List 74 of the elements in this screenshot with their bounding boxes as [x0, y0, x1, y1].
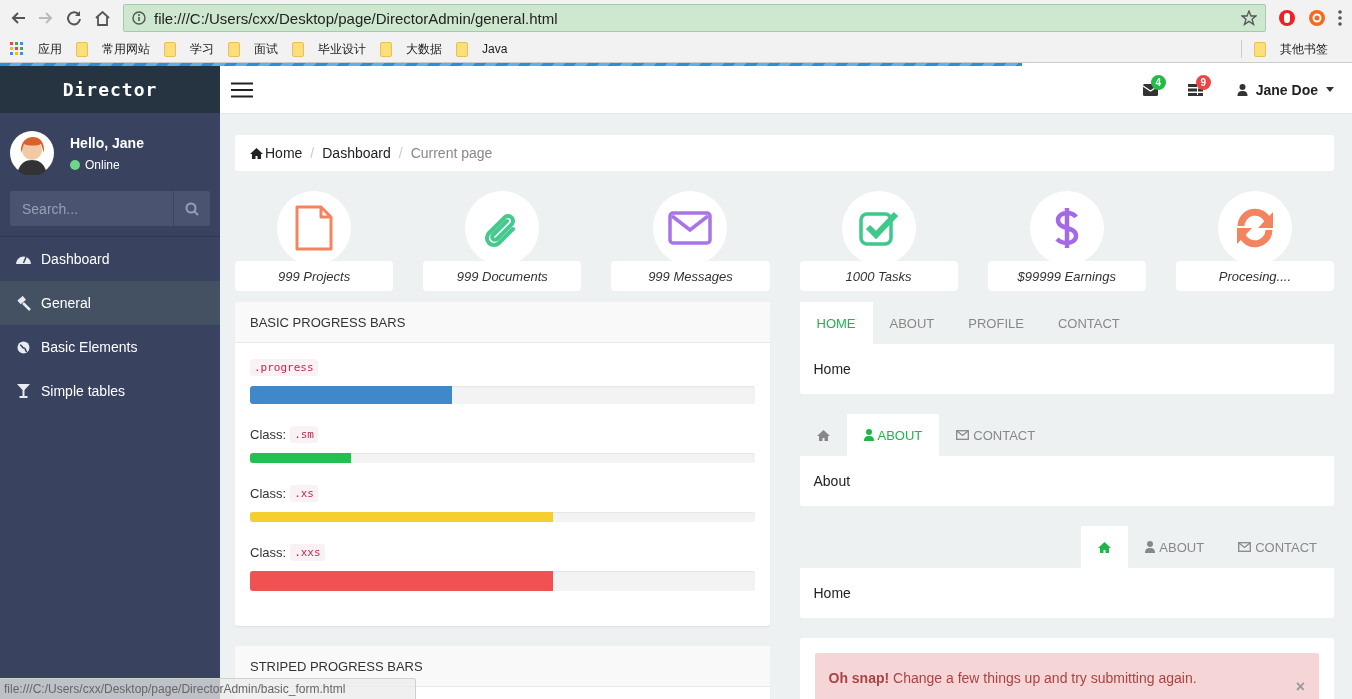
menu-icon[interactable] — [231, 81, 253, 98]
stat-card: Procesing.... — [1175, 261, 1334, 291]
user-icon — [1236, 83, 1248, 96]
user-icon — [863, 429, 874, 441]
hammer-icon — [16, 295, 31, 311]
stat-card: 1000 Tasks — [799, 261, 958, 291]
stat-card: $99999 Earnings — [987, 261, 1146, 291]
status-text: Online — [85, 157, 120, 172]
breadcrumb-separator: / — [398, 145, 403, 161]
class-label: Class: — [250, 545, 287, 560]
envelope-icon — [1238, 542, 1252, 552]
count-badge: 9 — [1195, 74, 1211, 90]
panel-title: BASIC PROGRESS BARS — [235, 302, 770, 343]
status-dot — [70, 159, 80, 170]
breadcrumb-separator: / — [310, 145, 315, 161]
nav-item[interactable]: Dashboard — [0, 237, 220, 281]
bookmark[interactable]: 常用网站 — [76, 40, 150, 58]
breadcrumb-link[interactable]: Home — [250, 145, 303, 161]
code-tag: .xxs — [290, 544, 325, 561]
user-icon — [1145, 541, 1156, 553]
back-icon[interactable] — [10, 10, 26, 26]
class-label: Class: — [250, 486, 287, 501]
cocktail-glass-icon — [16, 384, 31, 398]
breadcrumb-link[interactable]: Dashboard — [322, 145, 391, 161]
tab-content: About — [799, 456, 1334, 506]
user-menu[interactable]: Jane Doe — [1236, 81, 1334, 98]
nav-item[interactable]: Simple tables — [0, 369, 220, 413]
lifebuoy-icon[interactable] — [1308, 9, 1326, 27]
folder-icon — [228, 41, 240, 57]
folder-icon — [292, 41, 304, 57]
globe-icon — [16, 340, 31, 354]
menu-icon[interactable] — [1338, 10, 1342, 26]
home-icon[interactable] — [94, 10, 111, 26]
alert-message: Oh snap! Change a few things up and try submitting again. — [828, 670, 1197, 686]
nav-item[interactable]: Basic Elements — [0, 325, 220, 369]
bookmark[interactable]: 面试 — [228, 40, 278, 58]
tab-content: Home — [799, 568, 1334, 618]
star-icon[interactable] — [1241, 10, 1257, 26]
brand-title: Director — [0, 66, 220, 113]
search-icon[interactable] — [185, 201, 199, 216]
folder-icon — [164, 41, 176, 57]
home-icon — [250, 147, 263, 159]
folder-icon — [456, 41, 468, 57]
caret-icon — [1326, 87, 1334, 92]
reload-icon[interactable] — [66, 10, 82, 26]
bookmark[interactable]: 其他书签 — [1254, 40, 1328, 58]
home-icon — [816, 429, 830, 441]
code-tag: .sm — [290, 426, 318, 443]
info-icon[interactable] — [132, 11, 146, 25]
class-label: Class: — [250, 427, 287, 442]
count-badge: 4 — [1150, 74, 1166, 90]
folder-icon — [1254, 41, 1266, 57]
avatar — [10, 131, 54, 175]
bookmark[interactable]: Java — [456, 41, 508, 57]
greeting: Hello, Jane — [70, 134, 144, 151]
folder-icon — [380, 41, 392, 57]
envelope-icon — [956, 430, 970, 440]
stat-card: 999 Projects — [235, 261, 394, 291]
bookmark[interactable]: 学习 — [164, 40, 214, 58]
apps-grid-icon — [10, 42, 24, 56]
code-tag: .xs — [290, 485, 318, 502]
nav-item[interactable]: General — [0, 281, 220, 325]
code-tag: .progress — [250, 359, 318, 376]
folder-icon — [76, 41, 88, 57]
tab-content: Home — [799, 344, 1334, 394]
tab[interactable] — [1081, 526, 1129, 568]
bookmark[interactable]: 大数据 — [380, 40, 442, 58]
address-bar[interactable]: file:///C:/Users/cxx/Desktop/page/DirectorAdmin/general.html — [123, 4, 1266, 32]
home-icon — [1098, 541, 1112, 553]
bookmark[interactable]: 毕业设计 — [292, 40, 366, 58]
current-page-label: Current page — [410, 145, 493, 161]
stat-card: 999 Messages — [611, 261, 770, 291]
stat-card: 999 Documents — [423, 261, 582, 291]
bookmark[interactable]: 应用 — [10, 40, 62, 58]
